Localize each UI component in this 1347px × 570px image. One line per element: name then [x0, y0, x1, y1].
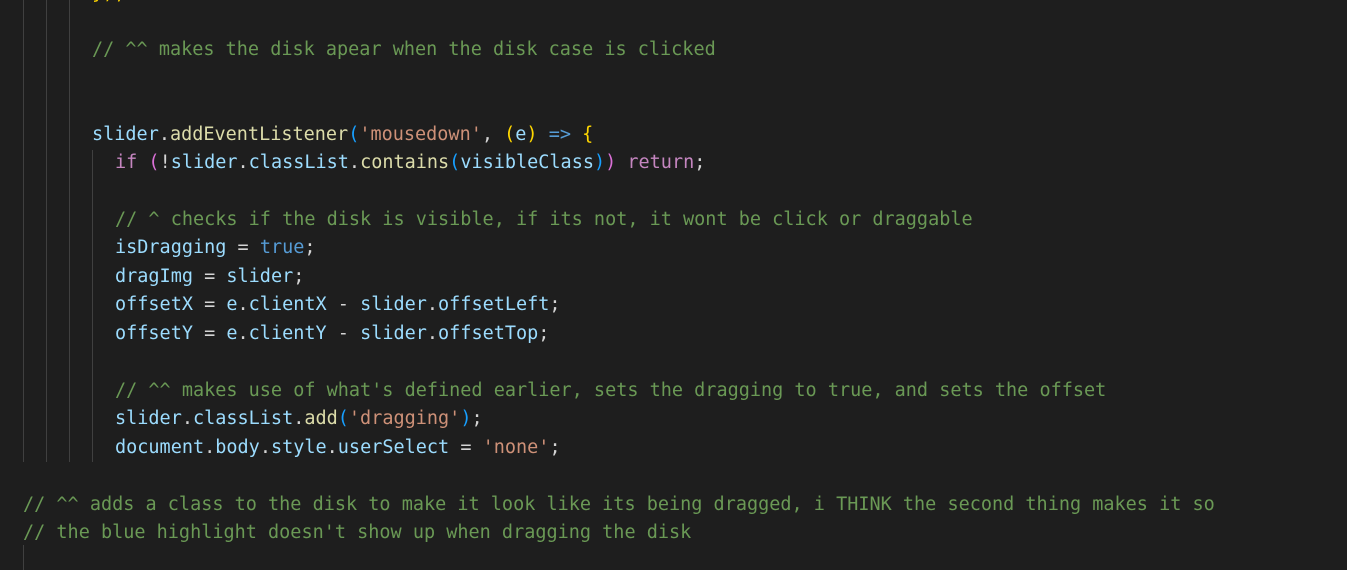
code-line-offset-x: offsetX = e.clientX - slider.offsetLeft;: [115, 294, 561, 315]
code-line-user-select: document.body.style.userSelect = 'none';: [115, 437, 561, 458]
code-line-is-dragging: isDragging = true;: [115, 237, 316, 258]
comment-adds-class-line1: // ^^ adds a class to the disk to make i…: [23, 494, 1215, 515]
code-editor[interactable]: }); // ^^ makes the disk apear when the …: [0, 0, 1347, 570]
code-line-classlist-add: slider.classList.add('dragging');: [115, 408, 483, 429]
code-line-if-return: if (!slider.classList.contains(visibleCl…: [115, 152, 706, 173]
code-fragment-top: });: [92, 0, 125, 4]
indent-guide: [23, 0, 24, 462]
comment-makes-use: // ^^ makes use of what's defined earlie…: [115, 380, 1107, 401]
code-line-add-listener: slider.addEventListener('mousedown', (e)…: [92, 124, 594, 145]
comment-checks-visible: // ^ checks if the disk is visible, if i…: [115, 209, 973, 230]
indent-guide: [46, 0, 47, 462]
comment-adds-class-line2: // the blue highlight doesn't show up wh…: [23, 522, 692, 543]
indent-guide: [92, 150, 93, 462]
indent-guide: [69, 0, 70, 462]
code-line-drag-img: dragImg = slider;: [115, 266, 305, 287]
indent-guide: [23, 545, 24, 570]
code-line-offset-y: offsetY = e.clientY - slider.offsetTop;: [115, 323, 550, 344]
comment-disk-appear: // ^^ makes the disk apear when the disk…: [92, 39, 716, 60]
